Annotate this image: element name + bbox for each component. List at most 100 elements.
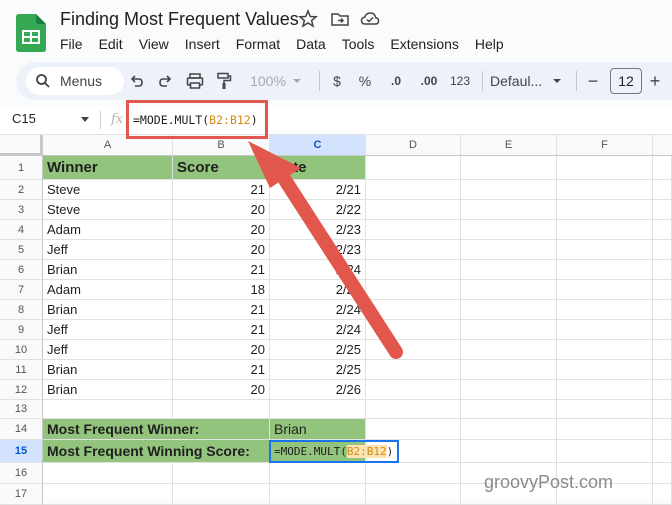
- grid-cell[interactable]: [557, 220, 653, 240]
- grid-cell[interactable]: [557, 240, 653, 260]
- grid-cell[interactable]: [557, 320, 653, 340]
- table-header-cell[interactable]: Date: [270, 156, 366, 180]
- grid-cell[interactable]: [366, 380, 461, 400]
- menu-format[interactable]: Format: [228, 34, 288, 54]
- decrease-decimals-button[interactable]: .0: [384, 69, 408, 93]
- table-data-cell[interactable]: Jeff: [43, 320, 173, 340]
- grid-cell[interactable]: [653, 340, 672, 360]
- grid-cell[interactable]: [270, 463, 366, 484]
- grid-cell[interactable]: [461, 360, 557, 380]
- row-header-12[interactable]: 12: [0, 380, 43, 400]
- grid-cell[interactable]: [461, 260, 557, 280]
- table-data-cell[interactable]: 2/25: [270, 360, 366, 380]
- grid-cell[interactable]: [366, 280, 461, 300]
- row-header-15[interactable]: 15: [0, 440, 43, 463]
- grid-cell[interactable]: [653, 220, 672, 240]
- table-data-cell[interactable]: Brian: [43, 260, 173, 280]
- grid-cell[interactable]: [461, 320, 557, 340]
- table-data-cell[interactable]: 21: [173, 260, 270, 280]
- grid-cell[interactable]: [557, 380, 653, 400]
- grid-cell[interactable]: [366, 240, 461, 260]
- number-format-button[interactable]: 123: [448, 69, 472, 93]
- table-data-cell[interactable]: 2/23: [270, 240, 366, 260]
- table-data-cell[interactable]: 20: [173, 240, 270, 260]
- table-data-cell[interactable]: Brian: [43, 360, 173, 380]
- grid-cell[interactable]: [557, 300, 653, 320]
- grid-cell[interactable]: [653, 463, 672, 484]
- row-header-17[interactable]: 17: [0, 484, 43, 505]
- grid-cell[interactable]: [461, 400, 557, 419]
- table-data-cell[interactable]: 2/22: [270, 200, 366, 220]
- table-data-cell[interactable]: 20: [173, 220, 270, 240]
- row-header-1[interactable]: 1: [0, 156, 43, 180]
- percent-button[interactable]: %: [356, 69, 374, 93]
- table-data-cell[interactable]: 20: [173, 340, 270, 360]
- row-header-6[interactable]: 6: [0, 260, 43, 280]
- grid-cell[interactable]: [653, 280, 672, 300]
- grid-cell[interactable]: [461, 240, 557, 260]
- grid-cell[interactable]: [43, 484, 173, 505]
- row-header-14[interactable]: 14: [0, 419, 43, 440]
- paint-format-button[interactable]: [213, 69, 235, 93]
- grid-cell[interactable]: [270, 484, 366, 505]
- grid-cell[interactable]: [557, 440, 653, 463]
- grid-cell[interactable]: [653, 300, 672, 320]
- grid-cell[interactable]: [173, 484, 270, 505]
- table-data-cell[interactable]: Brian: [43, 300, 173, 320]
- table-data-cell[interactable]: 21: [173, 320, 270, 340]
- grid-cell[interactable]: [173, 463, 270, 484]
- grid-cell[interactable]: [653, 440, 672, 463]
- search-menus-input[interactable]: Menus: [26, 67, 124, 95]
- increase-font-size-button[interactable]: +: [646, 69, 664, 93]
- table-data-cell[interactable]: Jeff: [43, 240, 173, 260]
- menu-help[interactable]: Help: [467, 34, 512, 54]
- grid-cell[interactable]: [366, 260, 461, 280]
- column-header-g[interactable]: [653, 135, 672, 156]
- table-data-cell[interactable]: 20: [173, 380, 270, 400]
- most-frequent-score-label[interactable]: Most Frequent Winning Score:: [43, 440, 270, 463]
- grid-cell[interactable]: [270, 400, 366, 419]
- grid-cell[interactable]: [366, 300, 461, 320]
- grid-cell[interactable]: [366, 360, 461, 380]
- grid-cell[interactable]: [653, 320, 672, 340]
- grid-cell[interactable]: [653, 180, 672, 200]
- grid-cell[interactable]: [366, 180, 461, 200]
- menu-tools[interactable]: Tools: [334, 34, 383, 54]
- grid-cell[interactable]: [173, 400, 270, 419]
- grid-cell[interactable]: [461, 419, 557, 440]
- grid-cell[interactable]: [43, 463, 173, 484]
- row-header-16[interactable]: 16: [0, 463, 43, 484]
- grid-cell[interactable]: [366, 320, 461, 340]
- table-header-cell[interactable]: Winner: [43, 156, 173, 180]
- print-button[interactable]: [184, 69, 206, 93]
- table-data-cell[interactable]: Brian: [43, 380, 173, 400]
- table-data-cell[interactable]: 20: [173, 200, 270, 220]
- menu-insert[interactable]: Insert: [177, 34, 228, 54]
- grid-cell[interactable]: [653, 200, 672, 220]
- grid-cell[interactable]: [366, 419, 461, 440]
- grid-cell[interactable]: [461, 440, 557, 463]
- select-all-corner[interactable]: [0, 135, 43, 156]
- menu-view[interactable]: View: [131, 34, 177, 54]
- table-data-cell[interactable]: Jeff: [43, 340, 173, 360]
- menu-extensions[interactable]: Extensions: [382, 34, 466, 54]
- table-data-cell[interactable]: 21: [173, 300, 270, 320]
- row-header-11[interactable]: 11: [0, 360, 43, 380]
- grid-cell[interactable]: [557, 419, 653, 440]
- row-header-10[interactable]: 10: [0, 340, 43, 360]
- grid-cell[interactable]: [366, 463, 461, 484]
- grid-cell[interactable]: [653, 156, 672, 180]
- grid-cell[interactable]: [557, 260, 653, 280]
- most-frequent-winner-label[interactable]: Most Frequent Winner:: [43, 419, 270, 440]
- grid-cell[interactable]: [653, 484, 672, 505]
- font-size-input[interactable]: 12: [610, 68, 642, 94]
- row-header-8[interactable]: 8: [0, 300, 43, 320]
- grid-cell[interactable]: [366, 200, 461, 220]
- grid-cell[interactable]: [461, 340, 557, 360]
- font-family-select[interactable]: Defaul...: [490, 69, 570, 93]
- column-header-d[interactable]: D: [366, 135, 461, 156]
- undo-button[interactable]: [126, 69, 148, 93]
- grid-cell[interactable]: [653, 400, 672, 419]
- row-header-13[interactable]: 13: [0, 400, 43, 419]
- column-header-e[interactable]: E: [461, 135, 557, 156]
